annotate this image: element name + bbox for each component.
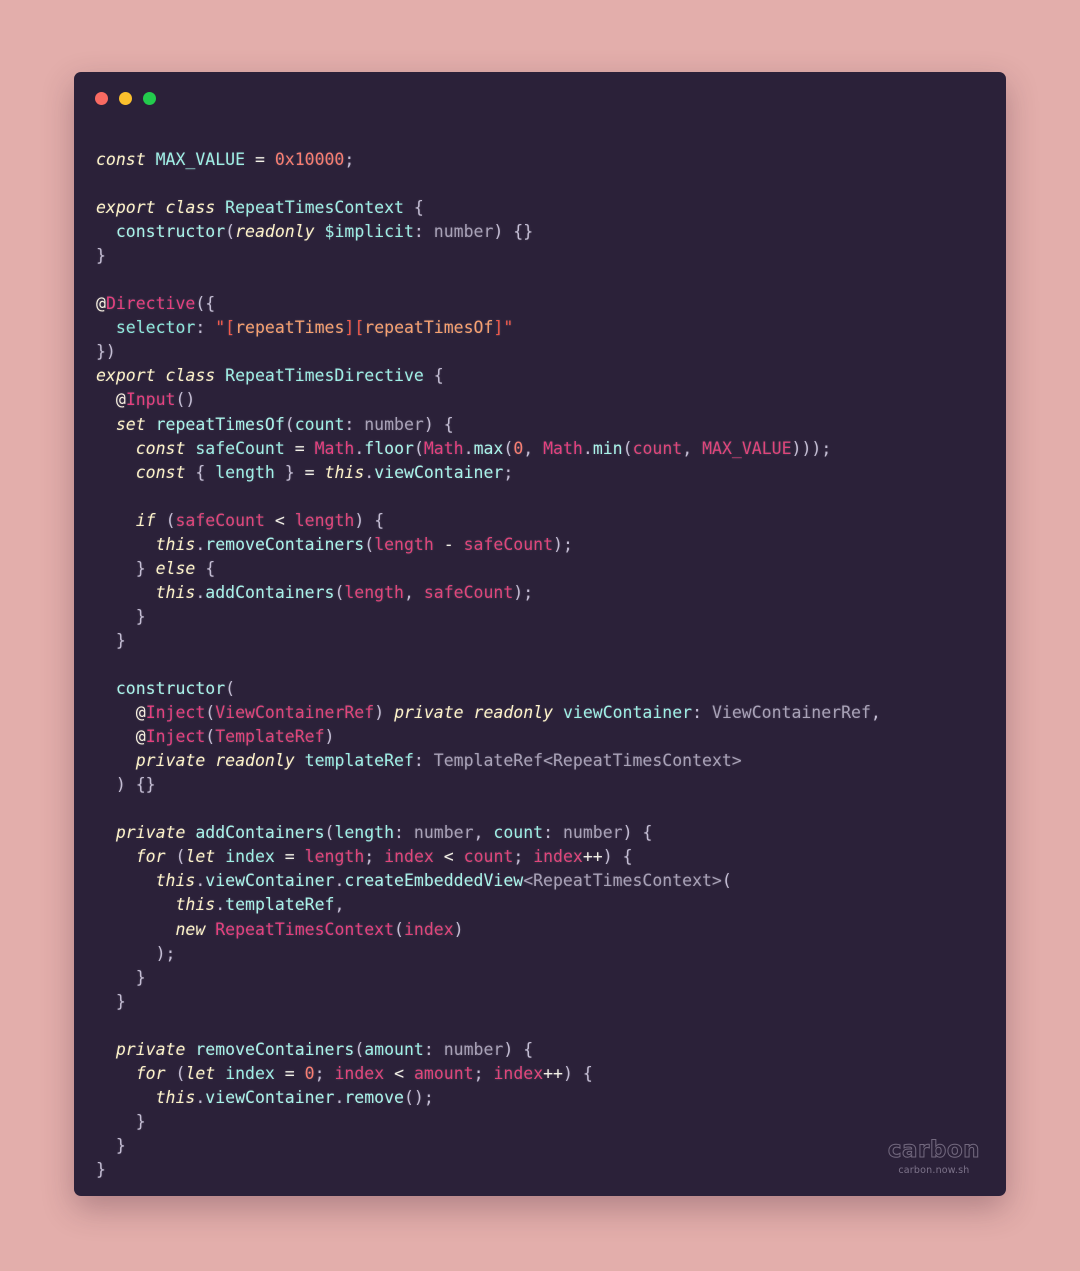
maximize-window-icon[interactable] [143, 91, 156, 105]
carbon-logo: carbon [887, 1137, 980, 1163]
close-window-icon[interactable] [95, 91, 108, 105]
carbon-url: carbon.now.sh [898, 1165, 970, 1176]
code-editor[interactable]: const MAX_VALUE = 0x10000; export class … [74, 130, 1006, 1196]
code-block[interactable]: const MAX_VALUE = 0x10000; export class … [96, 148, 982, 1182]
window-titlebar [74, 72, 1006, 124]
page-root: const MAX_VALUE = 0x10000; export class … [0, 0, 1080, 1271]
minimize-window-icon[interactable] [119, 91, 132, 105]
carbon-watermark: carbon carbon.now.sh [887, 1137, 980, 1176]
code-window: const MAX_VALUE = 0x10000; export class … [74, 72, 1006, 1196]
